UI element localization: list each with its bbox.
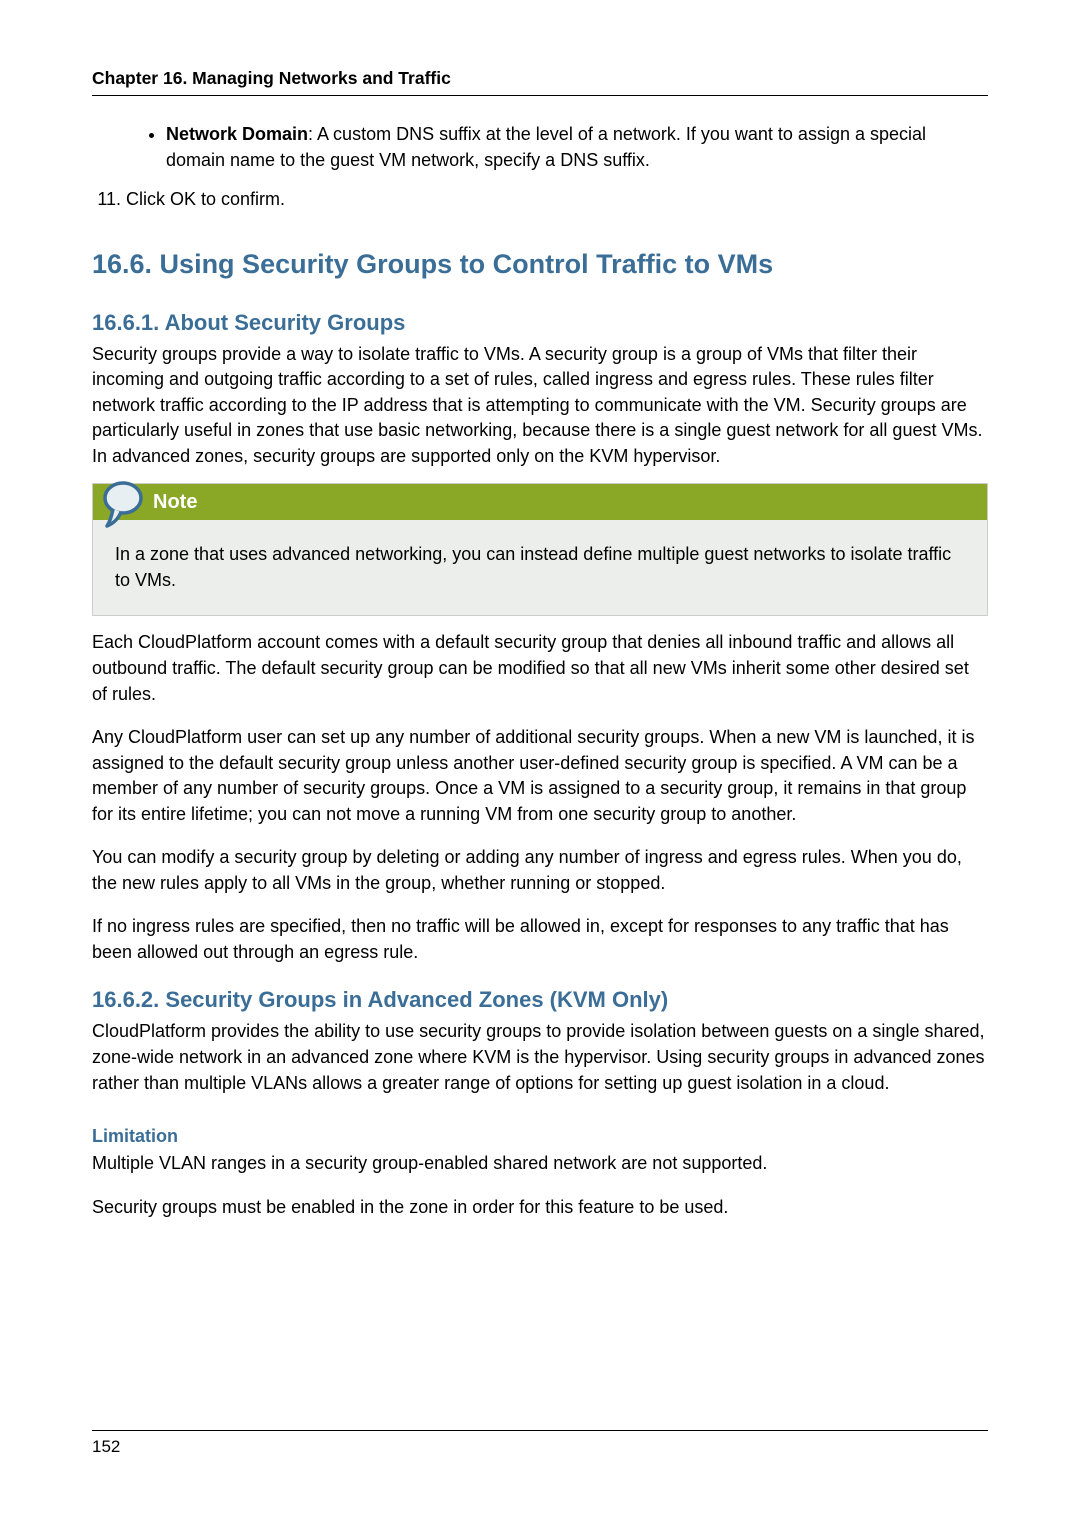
para-16-6-2-p1: CloudPlatform provides the ability to us… [92,1019,988,1096]
heading-16-6-2: 16.6.2. Security Groups in Advanced Zone… [92,987,988,1013]
note-box: Note In a zone that uses advanced networ… [92,483,988,616]
para-16-6-1-p3: Any CloudPlatform user can set up any nu… [92,725,988,827]
para-16-6-1-p2: Each CloudPlatform account comes with a … [92,630,988,707]
bullet-network-domain: Network Domain: A custom DNS suffix at t… [166,122,988,173]
para-16-6-1-p1: Security groups provide a way to isolate… [92,342,988,470]
heading-limitation: Limitation [92,1126,988,1147]
para-16-6-1-p4: You can modify a security group by delet… [92,845,988,896]
page-number: 152 [92,1437,120,1456]
footer: 152 [92,1430,988,1457]
para-16-6-1-p5: If no ingress rules are specified, then … [92,914,988,965]
page: Chapter 16. Managing Networks and Traffi… [0,0,1080,1527]
steps-list: Click OK to confirm. [92,187,988,213]
speech-bubble-icon [99,478,147,532]
note-title: Note [153,491,197,514]
bullet-list: Network Domain: A custom DNS suffix at t… [92,122,988,173]
heading-16-6: 16.6. Using Security Groups to Control T… [92,249,988,280]
note-header: Note [93,484,987,520]
step-11: Click OK to confirm. [126,187,988,213]
bullet-label: Network Domain [166,124,308,144]
chapter-header: Chapter 16. Managing Networks and Traffi… [92,68,988,96]
heading-16-6-1: 16.6.1. About Security Groups [92,310,988,336]
para-limitation-1: Multiple VLAN ranges in a security group… [92,1151,988,1177]
note-body: In a zone that uses advanced networking,… [93,520,987,615]
para-limitation-2: Security groups must be enabled in the z… [92,1195,988,1221]
